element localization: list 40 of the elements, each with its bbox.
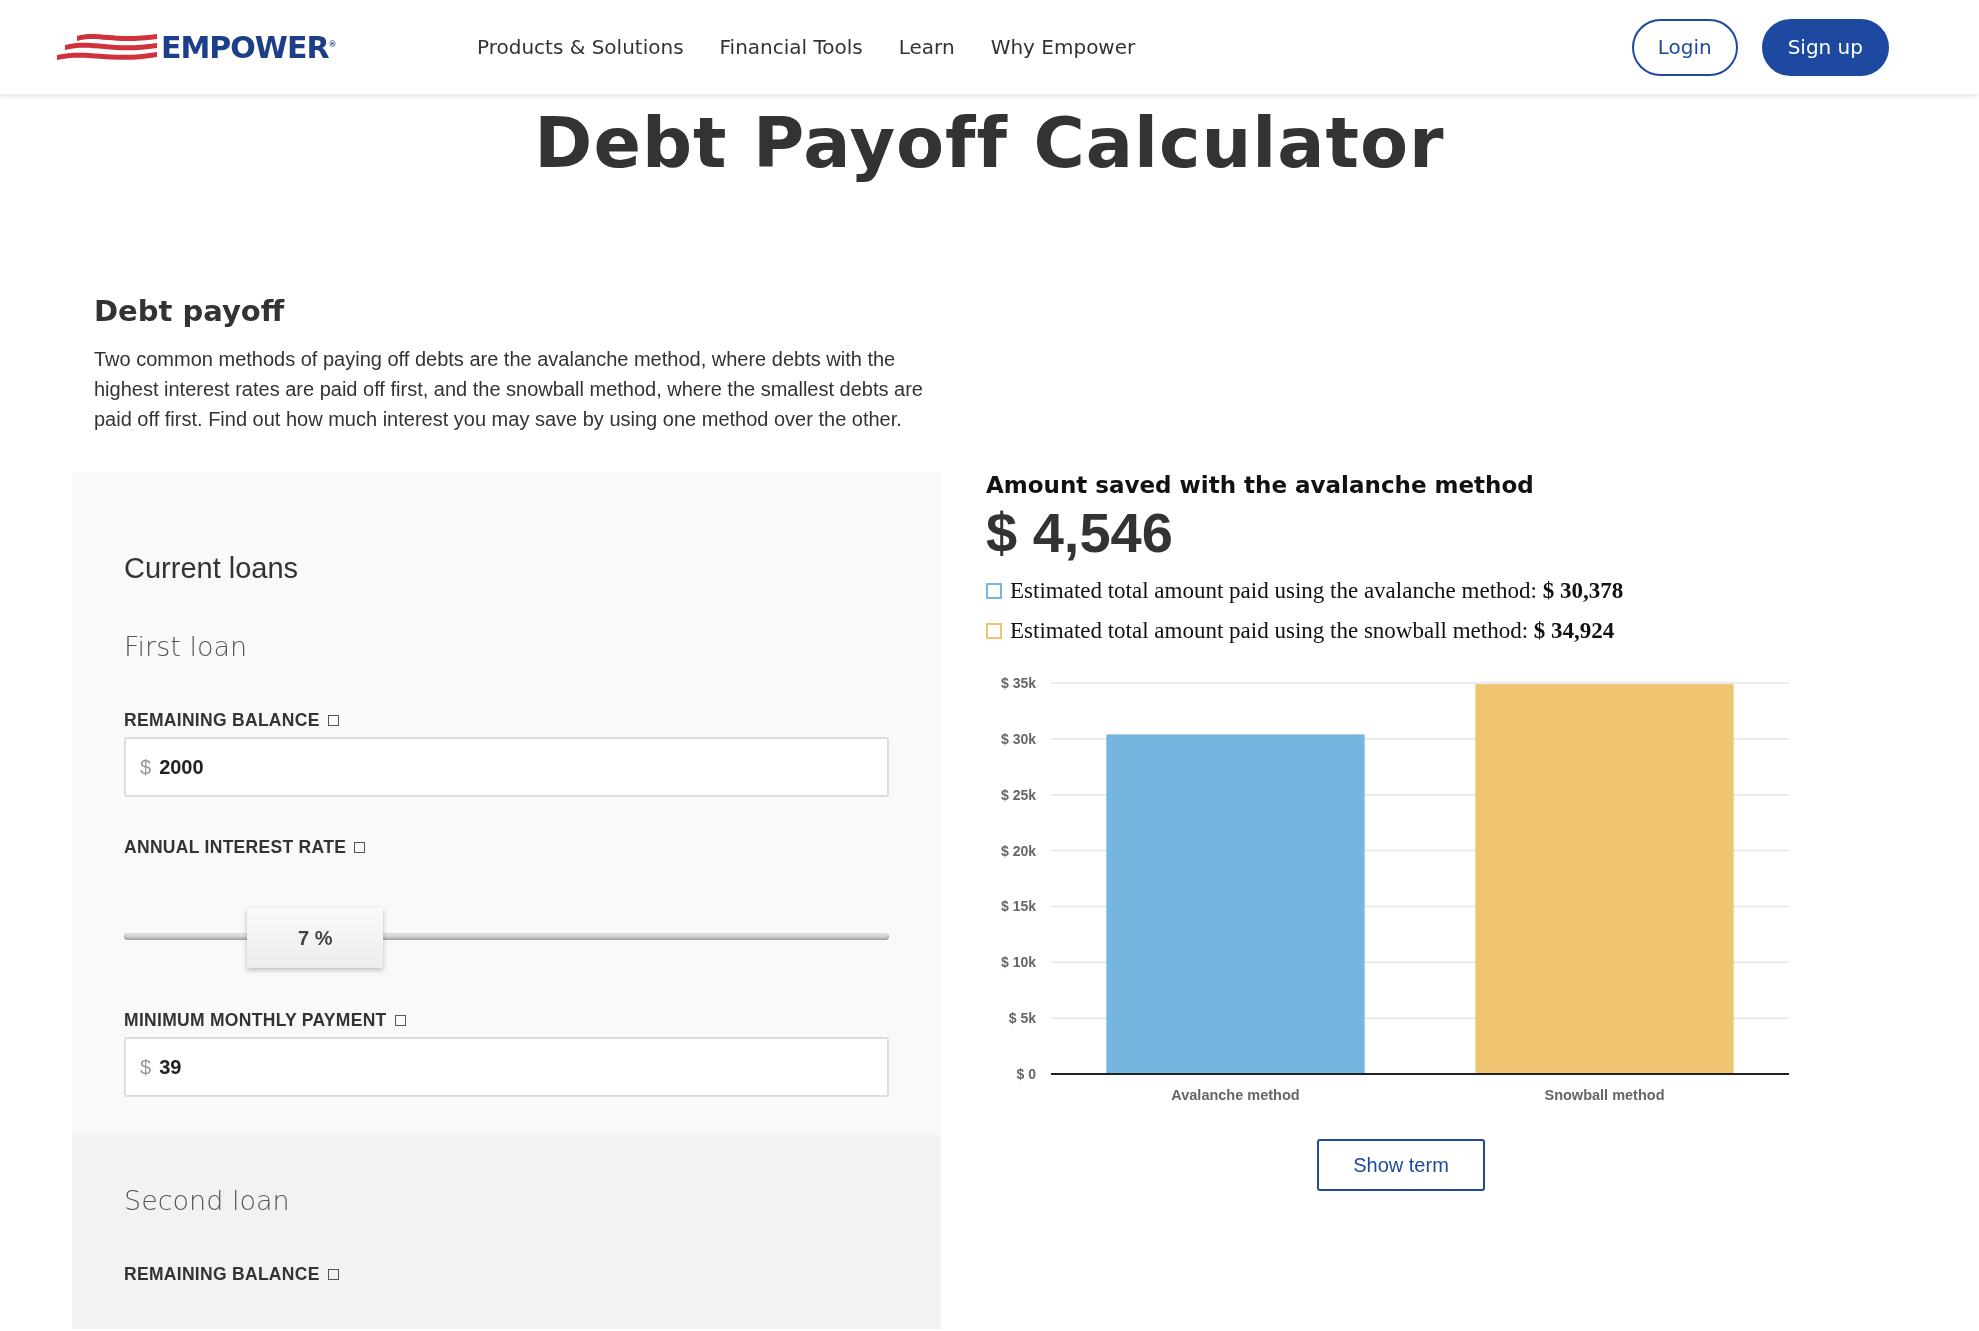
loan-title: Second loan bbox=[124, 1185, 291, 1216]
field-label: ANNUAL INTEREST RATE bbox=[124, 837, 347, 858]
login-button[interactable]: Login bbox=[1631, 18, 1738, 76]
axis-tick-label: $ 30k bbox=[1000, 730, 1036, 747]
axis-tick-label: $ 15k bbox=[1000, 898, 1036, 915]
nav-link[interactable]: Financial Tools bbox=[719, 35, 863, 59]
field-label: REMAINING BALANCE bbox=[124, 1264, 320, 1285]
signup-button[interactable]: Sign up bbox=[1761, 18, 1889, 76]
axis-tick-label: $ 10k bbox=[1000, 954, 1036, 971]
input-field[interactable]: $ 39 bbox=[124, 1037, 889, 1097]
axis-tick-label: $ 0 bbox=[1016, 1066, 1036, 1082]
nav-link[interactable]: Why Empower bbox=[990, 35, 1136, 59]
category-label: Avalanche method bbox=[1171, 1087, 1300, 1103]
input-field[interactable]: $ 2000 bbox=[124, 737, 889, 797]
info-icon[interactable] bbox=[327, 715, 339, 726]
show-term-button[interactable]: Show term bbox=[1317, 1139, 1485, 1191]
legend-text: Estimated total amount paid using the avalanche method: $ 30,378 bbox=[1010, 578, 1624, 604]
interest-slider[interactable]: 7 % bbox=[124, 908, 889, 970]
intro-paragraph: Two common methods of paying off debts are the avalanche method, where debts with the highest interest rates are paid off first, and the snowball method, where the smallest debts are paid off first. Find out how much interest you may save by using one method over the other. bbox=[94, 347, 924, 432]
info-icon[interactable] bbox=[394, 1015, 406, 1026]
brand-logo[interactable]: EMPOWER$^{®}$ bbox=[161, 29, 336, 65]
loan-title: First loan bbox=[124, 631, 249, 662]
section-heading: Debt payoff bbox=[94, 294, 286, 328]
info-icon[interactable] bbox=[327, 1269, 339, 1280]
field-label: MINIMUM MONTHLY PAYMENT bbox=[124, 1010, 387, 1031]
result-heading: Amount saved with the avalanche method bbox=[986, 472, 1535, 498]
form-heading: Current loans bbox=[124, 552, 300, 585]
axis-tick-label: $ 35k bbox=[1000, 675, 1036, 691]
nav-link[interactable]: Products & Solutions bbox=[477, 35, 684, 59]
field-label: REMAINING BALANCE bbox=[124, 710, 320, 731]
category-label: Snowball method bbox=[1544, 1087, 1665, 1103]
axis-tick-label: $ 5k bbox=[1008, 1010, 1036, 1027]
axis-tick-label: $ 20k bbox=[1000, 842, 1036, 859]
nav-link[interactable]: Learn bbox=[898, 35, 955, 59]
page-title: Debt Payoff Calculator bbox=[533, 102, 1446, 184]
slider-thumb[interactable]: 7 % bbox=[247, 908, 384, 968]
legend-text: Estimated total amount paid using the snowball method: $ 34,924 bbox=[1010, 618, 1615, 644]
saved-amount: $ 4,546 bbox=[986, 500, 1174, 565]
axis-tick-label: $ 25k bbox=[1000, 786, 1036, 803]
info-icon[interactable] bbox=[354, 842, 366, 853]
